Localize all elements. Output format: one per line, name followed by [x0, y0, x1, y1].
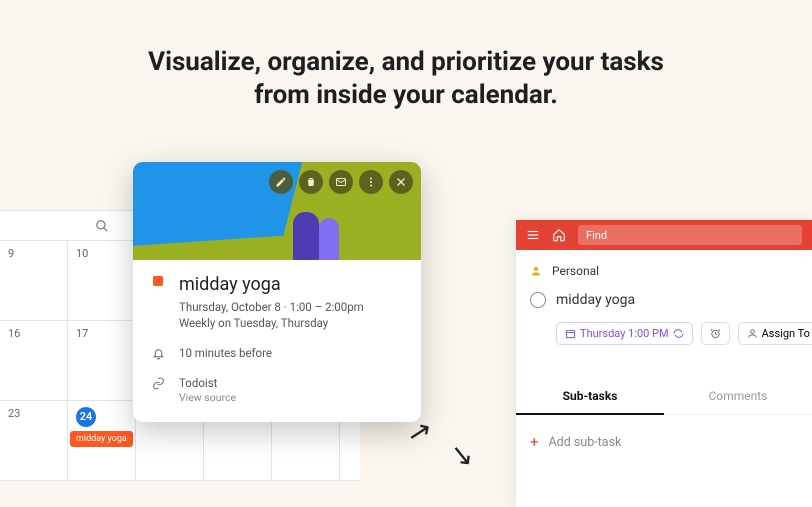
plus-icon: + [530, 433, 539, 451]
calendar-day[interactable]: 10 [68, 241, 136, 320]
reminder-pill[interactable] [701, 322, 730, 345]
event-recurrence: Weekly on Tuesday, Thursday [179, 315, 364, 331]
delete-icon[interactable] [299, 170, 323, 194]
add-subtask-button[interactable]: + Add sub-task [516, 415, 812, 469]
calendar-day[interactable]: 16 [0, 321, 68, 400]
home-icon[interactable] [552, 228, 566, 242]
edit-icon[interactable] [269, 170, 293, 194]
search-icon[interactable] [68, 219, 136, 233]
headline-line2: from inside your calendar. [0, 79, 812, 112]
close-icon[interactable] [389, 170, 413, 194]
calendar-icon [565, 328, 576, 339]
bell-icon [151, 345, 165, 360]
project-name[interactable]: Personal [552, 264, 599, 278]
popover-hero [133, 162, 421, 260]
person-icon [530, 265, 542, 277]
event-title: midday yoga [179, 274, 364, 295]
arrow-right-icon: ↗ [405, 413, 435, 450]
calendar-day[interactable]: 23 [0, 401, 68, 480]
calendar-day[interactable]: 17 [68, 321, 136, 400]
view-source-link[interactable]: View source [179, 391, 236, 406]
calendar-day[interactable]: 9 [0, 241, 68, 320]
calendar-event-chip[interactable]: midday yoga [70, 431, 133, 447]
alarm-icon [710, 328, 721, 339]
assign-pill[interactable]: Assign To [738, 322, 812, 345]
tab-comments[interactable]: Comments [664, 379, 812, 415]
link-icon [151, 375, 165, 390]
arrow-left-icon: ↗ [448, 439, 475, 474]
find-input[interactable]: Find [578, 225, 802, 245]
event-source: Todoist [179, 375, 236, 391]
headline-line1: Visualize, organize, and prioritize your… [0, 46, 812, 79]
assign-label: Assign To [762, 327, 810, 340]
user-icon [747, 328, 758, 339]
event-popover: midday yoga Thursday, October 8 · 1:00 –… [133, 162, 421, 422]
task-checkbox[interactable] [530, 292, 546, 308]
find-placeholder: Find [586, 229, 607, 242]
due-date-label: Thursday 1:00 PM [580, 327, 669, 340]
tab-subtasks[interactable]: Sub-tasks [516, 379, 664, 415]
calendar-day-today[interactable]: 24 midday yoga [68, 401, 136, 480]
todoist-panel: Find Personal midday yoga Thursday 1:00 … [516, 220, 812, 507]
hero-headline: Visualize, organize, and prioritize your… [0, 0, 812, 111]
task-title[interactable]: midday yoga [556, 292, 635, 308]
menu-icon[interactable] [526, 228, 540, 242]
mail-icon[interactable] [329, 170, 353, 194]
more-icon[interactable] [359, 170, 383, 194]
calendar-color-icon [153, 276, 163, 286]
repeat-icon [673, 328, 684, 339]
event-datetime: Thursday, October 8 · 1:00 – 2:00pm [179, 299, 364, 315]
due-date-pill[interactable]: Thursday 1:00 PM [556, 322, 693, 345]
event-reminder: 10 minutes before [179, 345, 272, 361]
add-subtask-label: Add sub-task [549, 435, 622, 450]
